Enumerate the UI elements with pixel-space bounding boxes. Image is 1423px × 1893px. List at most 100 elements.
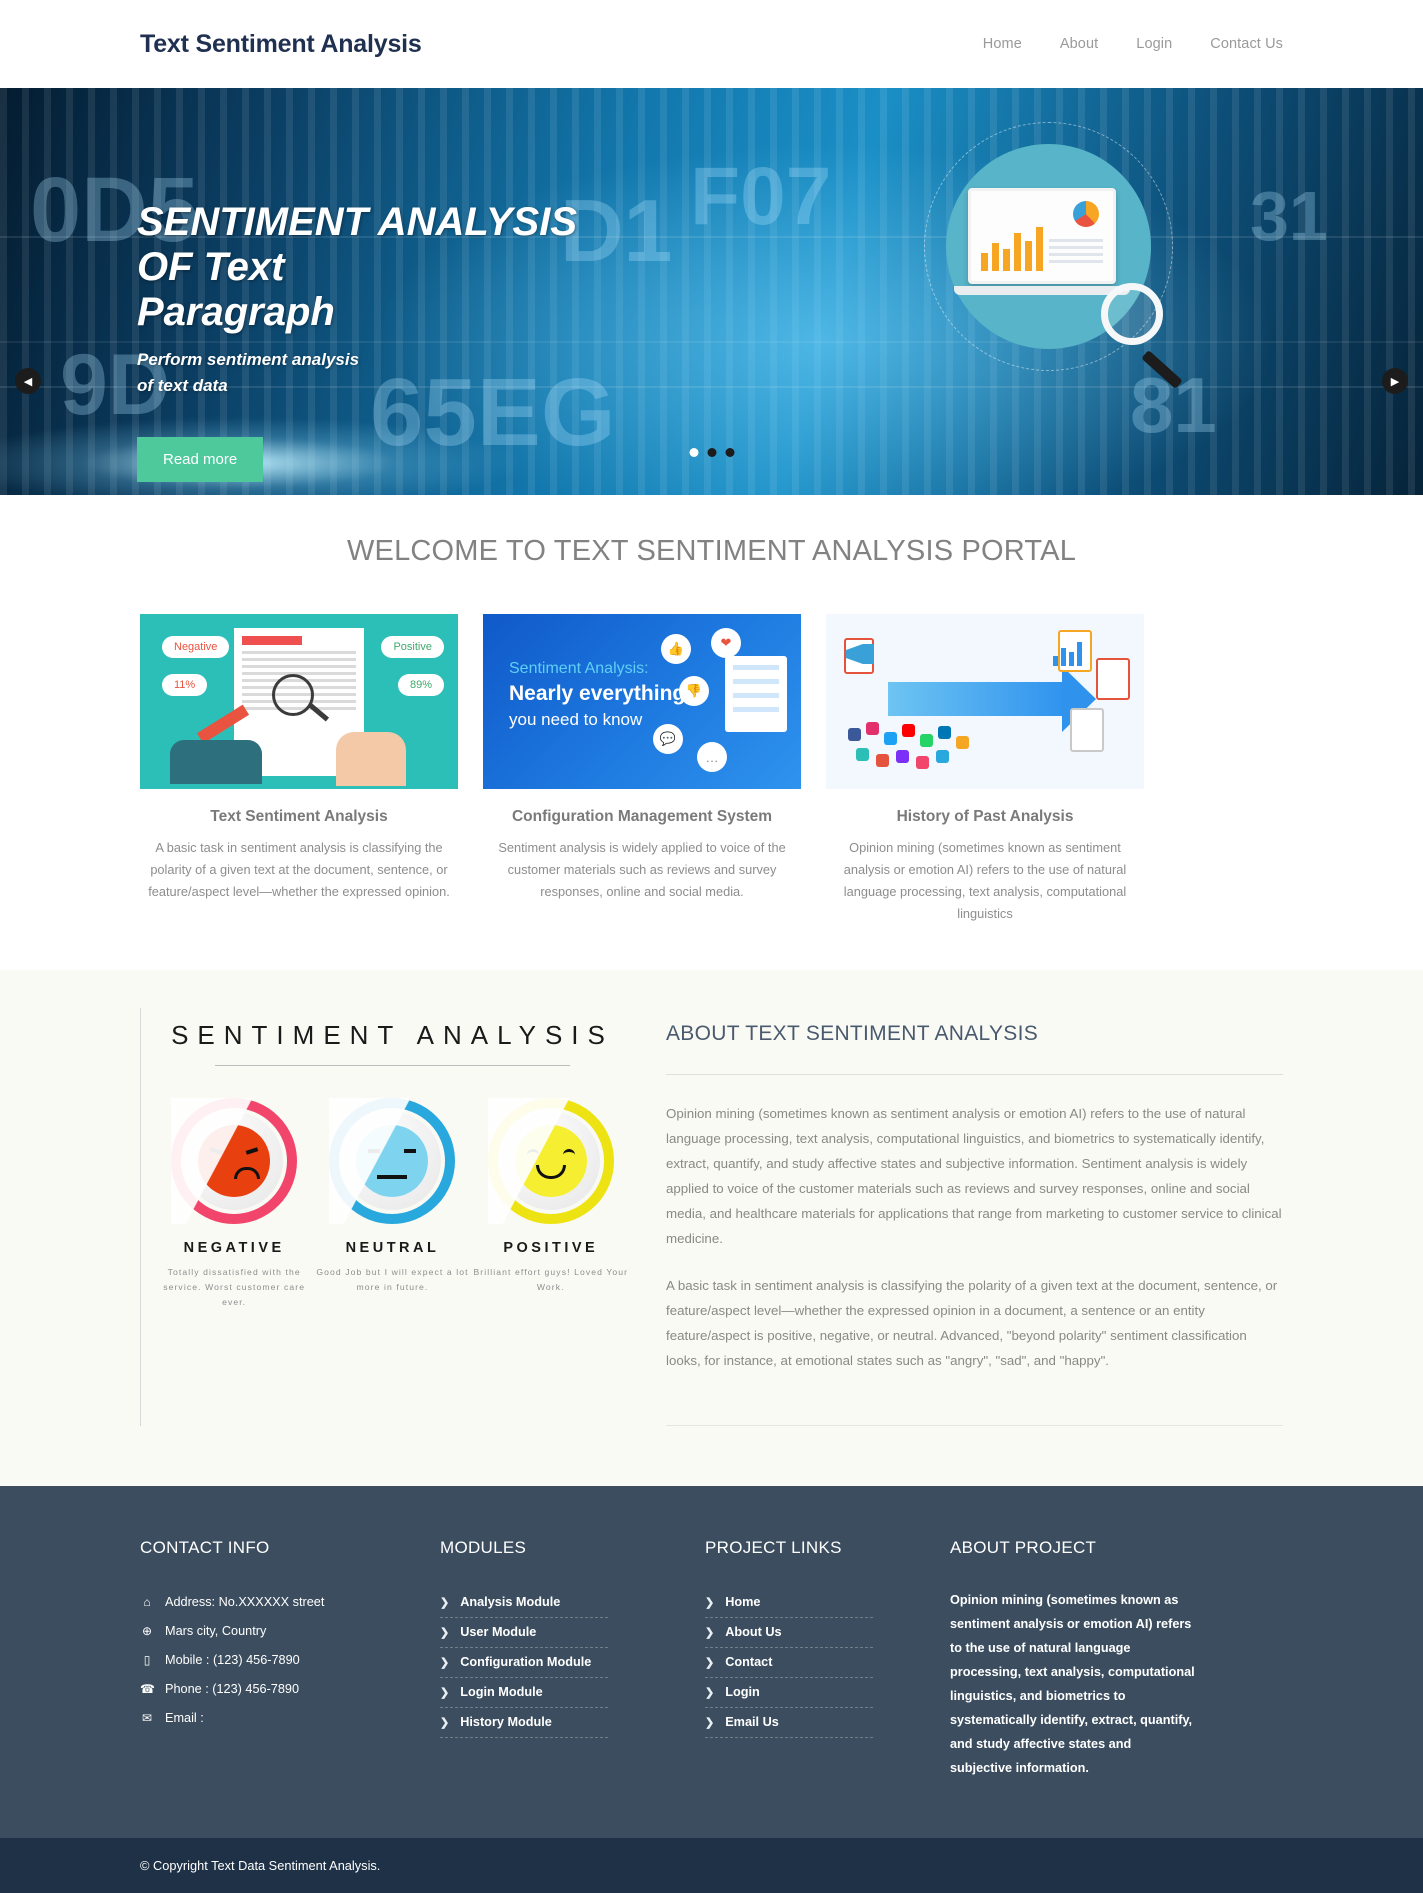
chevron-right-icon: ❯	[705, 1716, 715, 1729]
chevron-right-icon: ❯	[705, 1686, 715, 1699]
footer-link-email-us[interactable]: ❯ Email Us	[705, 1708, 873, 1738]
card-image-configuration-management-system: Sentiment Analysis: Nearly everything yo…	[483, 614, 801, 789]
footer-about-project-text: Opinion mining (sometimes known as senti…	[950, 1593, 1195, 1775]
sentiment-label: NEUTRAL	[345, 1240, 440, 1256]
positive-label: Positive	[381, 636, 444, 658]
feature-card-text-sentiment-analysis[interactable]: Negative Positive 11% 89% Text Sentiment…	[140, 614, 458, 925]
positive-percent: 89%	[397, 674, 444, 696]
nav-item-login[interactable]: Login	[1136, 36, 1172, 52]
footer-heading-about-project: ABOUT PROJECT	[950, 1538, 1097, 1557]
contact-email-text: Email :	[165, 1711, 204, 1725]
sentiment-column-positive: POSITIVE Brilliant effort guys! Loved Yo…	[472, 1088, 630, 1314]
card-image-text-sentiment-analysis: Negative Positive 11% 89%	[140, 614, 458, 789]
face-mouth	[377, 1175, 408, 1179]
chevron-right-icon: ▶	[1390, 375, 1400, 388]
carousel-prev-button[interactable]: ◀	[15, 368, 41, 394]
contact-mobile: ▯ Mobile : (123) 456-7890	[140, 1646, 440, 1675]
footer-modules: MODULES ❯ Analysis Module ❯ User Module …	[440, 1538, 705, 1780]
neutral-face-icon	[356, 1125, 429, 1197]
welcome-title: WELCOME TO TEXT SENTIMENT ANALYSIS PORTA…	[346, 535, 1077, 567]
about-paragraph-2: A basic task in sentiment analysis is cl…	[666, 1278, 1278, 1368]
footer-link-about-us[interactable]: ❯ About Us	[705, 1618, 873, 1648]
divider	[666, 1074, 1283, 1075]
carousel-dot-3[interactable]	[725, 448, 734, 457]
copyright-bar: © Copyright Text Data Sentiment Analysis…	[0, 1838, 1423, 1893]
footer-link-configuration-module[interactable]: ❯ Configuration Module	[440, 1648, 608, 1678]
feature-cards: Negative Positive 11% 89% Text Sentiment…	[0, 568, 1423, 925]
card-description: Opinion mining (sometimes known as senti…	[843, 840, 1127, 921]
carousel-dot-1[interactable]	[689, 448, 698, 457]
carousel-indicators	[689, 448, 734, 457]
carousel-next-button[interactable]: ▶	[1382, 368, 1408, 394]
contact-city: ⊕ Mars city, Country	[140, 1617, 440, 1646]
footer-contact-info: CONTACT INFO ⌂ Address: No.XXXXXX street…	[140, 1538, 440, 1780]
feature-card-configuration-management-system[interactable]: Sentiment Analysis: Nearly everything yo…	[483, 614, 801, 925]
nav-item-contact-us[interactable]: Contact Us	[1210, 36, 1283, 52]
chevron-right-icon: ❯	[705, 1656, 715, 1669]
footer-link-analysis-module[interactable]: ❯ Analysis Module	[440, 1588, 608, 1618]
contact-mobile-text: Mobile : (123) 456-7890	[165, 1653, 300, 1667]
footer-link-history-module[interactable]: ❯ History Module	[440, 1708, 608, 1738]
face-eyes	[209, 1147, 259, 1155]
card-art-line-2: Nearly everything	[509, 682, 686, 705]
footer-link-home[interactable]: ❯ Home	[705, 1588, 873, 1618]
contact-address-text: Address: No.XXXXXX street	[165, 1595, 325, 1609]
footer-heading-contact: CONTACT INFO	[140, 1538, 270, 1557]
face-mouth	[234, 1167, 261, 1179]
hero-subtitle-line-2: of text data	[137, 376, 228, 395]
sentiment-column-negative: NEGATIVE Totally dissatisfied with the s…	[155, 1088, 313, 1314]
contact-phone: ☎ Phone : (123) 456-7890	[140, 1675, 440, 1704]
footer-link-contact[interactable]: ❯ Contact	[705, 1648, 873, 1678]
card-title: History of Past Analysis	[896, 808, 1074, 825]
chevron-right-icon: ❯	[440, 1716, 450, 1729]
chevron-right-icon: ❯	[440, 1626, 450, 1639]
about-paragraph-1: Opinion mining (sometimes known as senti…	[666, 1106, 1282, 1246]
hero-title-line-1: SENTIMENT ANALYSIS	[137, 200, 578, 244]
contact-city-text: Mars city, Country	[165, 1624, 267, 1638]
sentiment-label: NEGATIVE	[183, 1240, 285, 1256]
divider	[215, 1065, 570, 1066]
footer-link-login-module[interactable]: ❯ Login Module	[440, 1678, 608, 1708]
footer-link-label: Home	[725, 1595, 761, 1609]
hand-shape	[336, 732, 406, 786]
site-brand[interactable]: Text Sentiment Analysis	[140, 30, 422, 59]
list-panel-icon	[725, 656, 787, 732]
arrow-icon	[888, 682, 1066, 716]
nav-item-home[interactable]: Home	[983, 36, 1022, 52]
feature-card-history-of-past-analysis[interactable]: History of Past Analysis Opinion mining …	[826, 614, 1144, 925]
thumbs-down-icon: 👎	[679, 676, 709, 706]
footer-link-label: Login	[725, 1685, 760, 1699]
pie-chart-icon	[1073, 201, 1099, 227]
footer-project-links: PROJECT LINKS ❯ Home ❯ About Us ❯ Contac…	[705, 1538, 950, 1780]
laptop-icon	[968, 188, 1116, 284]
card-title: Configuration Management System	[511, 808, 773, 825]
footer-link-label: Analysis Module	[460, 1595, 561, 1609]
chevron-right-icon: ❯	[705, 1626, 715, 1639]
sentiment-graphic: SENTIMENT ANALYSIS NEGATIVE Totally diss…	[140, 1008, 630, 1426]
site-header: Text Sentiment Analysis Home About Login…	[0, 0, 1423, 88]
negative-label: Negative	[162, 636, 230, 658]
footer-link-login[interactable]: ❯ Login	[705, 1678, 873, 1708]
about-text-block: ABOUT TEXT SENTIMENT ANALYSIS Opinion mi…	[666, 1008, 1283, 1426]
read-more-button[interactable]: Read more	[137, 437, 264, 482]
carousel-dot-2[interactable]	[707, 448, 716, 457]
magnifier-icon	[1101, 283, 1163, 345]
main-nav: Home About Login Contact Us	[983, 36, 1283, 52]
laptop-base	[954, 286, 1130, 295]
hand-shape	[170, 740, 262, 784]
angry-face-icon	[198, 1125, 271, 1197]
card-description: Sentiment analysis is widely applied to …	[498, 840, 786, 899]
card-description: A basic task in sentiment analysis is cl…	[148, 840, 450, 899]
page-root: Text Sentiment Analysis Home About Login…	[0, 0, 1423, 1893]
footer-link-user-module[interactable]: ❯ User Module	[440, 1618, 608, 1648]
footer-heading-project-links: PROJECT LINKS	[705, 1538, 842, 1557]
chevron-right-icon: ❯	[440, 1596, 450, 1609]
nav-item-about[interactable]: About	[1060, 36, 1098, 52]
text-lines-icon	[1049, 239, 1103, 267]
chevron-right-icon: ❯	[705, 1596, 715, 1609]
footer-link-label: About Us	[725, 1625, 782, 1639]
sentiment-column-neutral: NEUTRAL Good Job but I will expect a lot…	[313, 1088, 471, 1314]
footer-about-project: ABOUT PROJECT Opinion mining (sometimes …	[950, 1538, 1195, 1780]
card-art-line-3: you need to know	[509, 710, 643, 729]
document-icon	[1070, 708, 1104, 752]
